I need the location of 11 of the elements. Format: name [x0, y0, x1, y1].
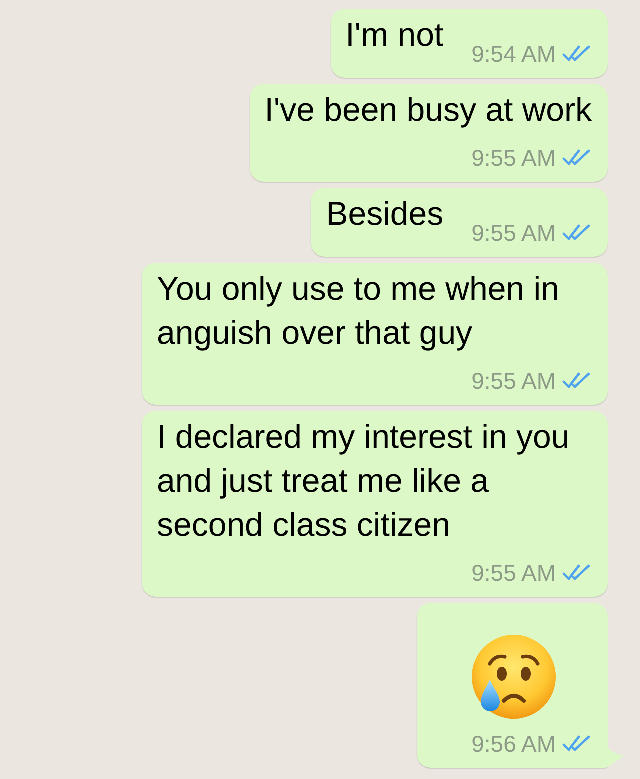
message-text: I declared my interest in you and just treat me like a second class citizen [157, 417, 571, 545]
message-time: 9:55 AM [472, 221, 556, 245]
message-time: 9:55 AM [472, 369, 556, 393]
message-time: 9:56 AM [472, 732, 556, 756]
message-time: 9:55 AM [472, 146, 556, 170]
message-time: 9:54 AM [472, 42, 556, 66]
message-text: I've been busy at work [264, 90, 592, 130]
message-text: Besides [326, 194, 444, 234]
message-text: I'm not [346, 15, 444, 55]
message-text: You only use to me when in anguish over that guy [157, 269, 560, 353]
message-time: 9:55 AM [472, 561, 556, 585]
